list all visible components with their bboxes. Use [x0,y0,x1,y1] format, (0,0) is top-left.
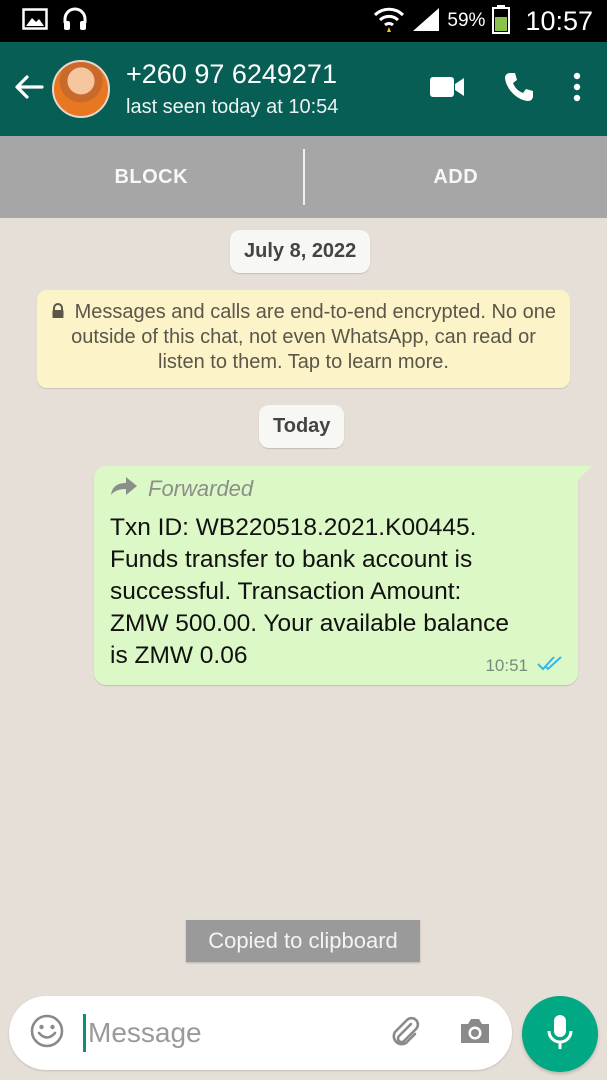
clock: 10:57 [525,5,593,36]
camera-icon[interactable] [458,1016,492,1051]
bubble-tail [578,466,592,480]
message-text: Txn ID: WB220518.2021.K00445. Funds tran… [110,514,510,669]
mic-icon [546,1013,574,1056]
text-caret [83,1014,86,1052]
header-actions [429,71,581,108]
video-call-icon[interactable] [429,75,465,104]
chat-header: +260 97 6249271 last seen today at 10:54 [0,42,607,136]
battery-percent: 59% [447,10,486,31]
wifi-icon [373,5,405,38]
contact-avatar[interactable] [52,60,110,118]
double-check-read-icon [536,654,564,677]
message-composer [9,996,512,1070]
status-right: 59% 10:57 [373,4,593,39]
message-meta: 10:51 [485,654,564,677]
chat-area: July 8, 2022 Messages and calls are end-… [0,218,607,1080]
block-button[interactable]: BLOCK [0,166,303,189]
back-button[interactable] [6,74,52,105]
message-input[interactable] [88,1017,358,1049]
signal-icon [411,6,441,37]
phone-call-icon[interactable] [503,71,535,108]
forwarded-label: Forwarded [110,476,562,502]
message-time: 10:51 [485,655,528,675]
status-left [22,7,88,36]
emoji-icon[interactable] [29,1013,65,1054]
today-chip: Today [259,405,345,448]
add-contact-button[interactable]: ADD [305,166,607,189]
unknown-contact-actions: BLOCK ADD [0,136,607,218]
status-bar: 59% 10:57 [0,0,607,42]
back-arrow-icon [14,74,44,105]
headphones-icon [62,7,88,36]
date-chip: July 8, 2022 [230,230,371,273]
battery-icon [491,4,511,39]
attach-icon[interactable] [388,1014,422,1053]
gallery-icon [22,7,48,35]
forwarded-text: Forwarded [148,476,254,501]
lock-icon [51,301,75,323]
encryption-text: Messages and calls are end-to-end encryp… [71,301,556,373]
contact-info[interactable]: +260 97 6249271 last seen today at 10:54 [126,58,429,120]
forward-arrow-icon [110,476,138,502]
last-seen: last seen today at 10:54 [126,96,339,118]
message-bubble[interactable]: Forwarded Txn ID: WB220518.2021.K00445. … [94,466,592,685]
more-options-icon[interactable] [573,72,581,107]
voice-message-button[interactable] [522,996,598,1072]
contact-name: +260 97 6249271 [126,59,337,89]
encryption-notice[interactable]: Messages and calls are end-to-end encryp… [37,290,570,388]
clipboard-toast: Copied to clipboard [186,920,420,962]
composer-actions [388,1014,492,1053]
